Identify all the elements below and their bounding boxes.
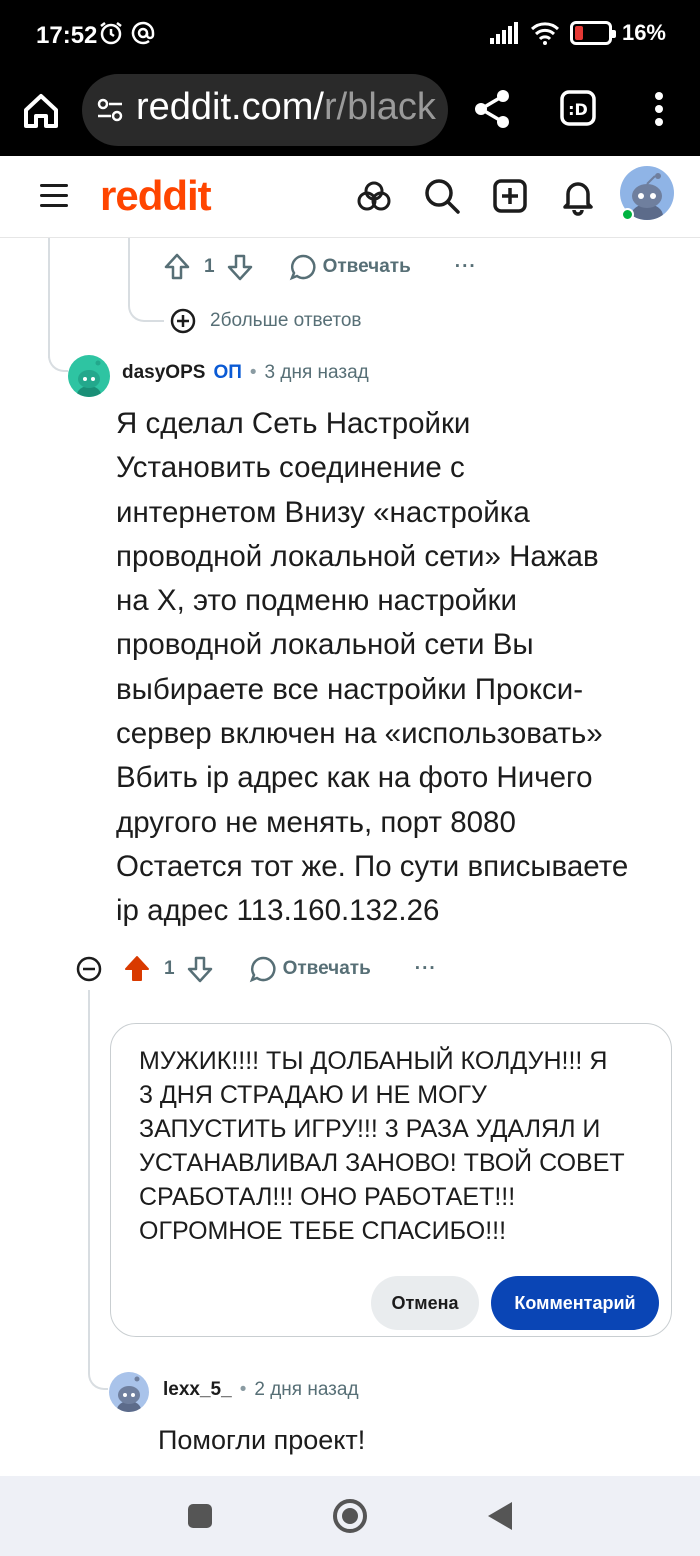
online-status-dot [621, 208, 634, 221]
share-icon[interactable] [470, 86, 516, 132]
comment-time: 3 дня назад [264, 362, 369, 383]
reply-time: 2 дня назад [254, 1379, 359, 1400]
comment-line: ip адрес 113.160.132.26 [116, 894, 440, 928]
thread-line [128, 238, 130, 298]
cancel-button[interactable]: Отмена [371, 1276, 479, 1330]
collapse-minus-icon[interactable] [76, 956, 102, 982]
comment-line: Установить соединение с [116, 451, 465, 485]
reply-composer[interactable]: МУЖИК!!!! ТЫ ДОЛБАНЫЙ КОЛДУН!!! Я 3 ДНЯ … [110, 1023, 672, 1337]
home-button[interactable] [333, 1499, 367, 1533]
popular-icon[interactable] [354, 176, 394, 216]
separator-dot: • [239, 1379, 247, 1400]
menu-icon[interactable] [40, 184, 68, 207]
reply-textarea[interactable]: МУЖИК!!!! ТЫ ДОЛБАНЫЙ КОЛДУН!!! Я 3 ДНЯ … [139, 1044, 649, 1248]
more-options-button[interactable]: ··· [415, 958, 437, 980]
system-nav-bar [0, 1476, 700, 1556]
more-options-button[interactable]: ··· [455, 256, 477, 278]
comment-icon [249, 956, 276, 983]
downvote-icon[interactable] [225, 252, 255, 282]
comment-line: Остается тот же. По сути вписываете [116, 849, 629, 883]
vote-count: 1 [164, 958, 175, 979]
thread-line [88, 990, 90, 1370]
svg-text::D: :D [568, 100, 588, 119]
reply-button[interactable]: Отвечать [249, 955, 371, 983]
comment-line: проводной локальной сети Вы [116, 628, 534, 662]
comment-line: другого не менять, порт 8080 [116, 805, 516, 839]
tab-switcher-icon[interactable]: :D [558, 88, 598, 128]
reply-header: lexx_5_ • 2 дня назад [163, 1379, 359, 1401]
alarm-icon [100, 22, 122, 45]
battery-percent: 16% [621, 20, 666, 45]
comment-header: dasyOPS ОП • 3 дня назад [122, 362, 369, 384]
reply-button[interactable]: Отвечать [289, 253, 411, 281]
comment-line: Вбить ip адрес как на фото Ничего [116, 761, 593, 795]
home-icon[interactable] [18, 88, 64, 134]
recents-button[interactable] [188, 1504, 212, 1528]
wifi-icon [530, 22, 559, 45]
prev-comment-actions: 1 Отвечать ··· [162, 252, 477, 282]
address-bar[interactable]: reddit.com/r/black [82, 74, 448, 146]
commenter-avatar[interactable] [109, 1372, 149, 1412]
downvote-icon[interactable] [185, 954, 215, 984]
reddit-logo[interactable]: reddit [100, 172, 212, 220]
vote-count: 1 [204, 256, 215, 277]
comment-line: сервер включен на «использовать» [116, 717, 603, 751]
comment-line: выбираете все настройки Прокси- [116, 672, 584, 706]
reddit-header: reddit [0, 156, 700, 238]
comment-line: на Х, это подменю настройки [116, 584, 518, 618]
upvote-icon[interactable] [162, 252, 192, 282]
comment-line: проводной локальной сети» Нажав [116, 539, 599, 573]
expand-plus-icon [170, 308, 196, 334]
op-badge: ОП [213, 362, 242, 383]
overflow-menu-icon[interactable] [644, 88, 674, 132]
notifications-icon[interactable] [558, 176, 598, 216]
comment-actions: 1 Отвечать ··· [76, 954, 437, 984]
thread-branch [88, 1360, 108, 1390]
reply-author[interactable]: lexx_5_ [163, 1379, 232, 1401]
comment-body: Я сделал Сеть Настройки Установить соеди… [116, 402, 676, 934]
reply-body: Помогли проект! [158, 1425, 366, 1455]
back-button[interactable] [488, 1502, 512, 1530]
submit-comment-button[interactable]: Комментарий [491, 1276, 659, 1330]
status-time: 17:52 [36, 22, 98, 49]
search-icon[interactable] [422, 176, 462, 216]
comment-author[interactable]: dasyOPS [122, 362, 205, 384]
separator-dot: • [249, 362, 257, 383]
at-icon [131, 21, 155, 45]
comment-line: Я сделал Сеть Настройки [116, 407, 471, 440]
comment-icon [289, 254, 316, 281]
thread-branch [128, 290, 164, 322]
battery-icon [569, 21, 616, 45]
comment-line: интернетом Внизу «настройка [116, 495, 530, 529]
create-post-icon[interactable] [490, 176, 530, 216]
signal-icon [489, 22, 518, 44]
thread-branch [48, 340, 68, 372]
commenter-avatar[interactable] [68, 355, 110, 397]
browser-toolbar: reddit.com/r/black :D [0, 70, 700, 156]
status-bar: 17:52 16% [0, 0, 700, 70]
more-replies-link[interactable]: 2больше ответов [170, 308, 362, 334]
upvote-filled-icon[interactable] [122, 954, 152, 984]
site-settings-icon[interactable] [96, 96, 124, 124]
url-text: reddit.com/r/black [136, 86, 436, 128]
